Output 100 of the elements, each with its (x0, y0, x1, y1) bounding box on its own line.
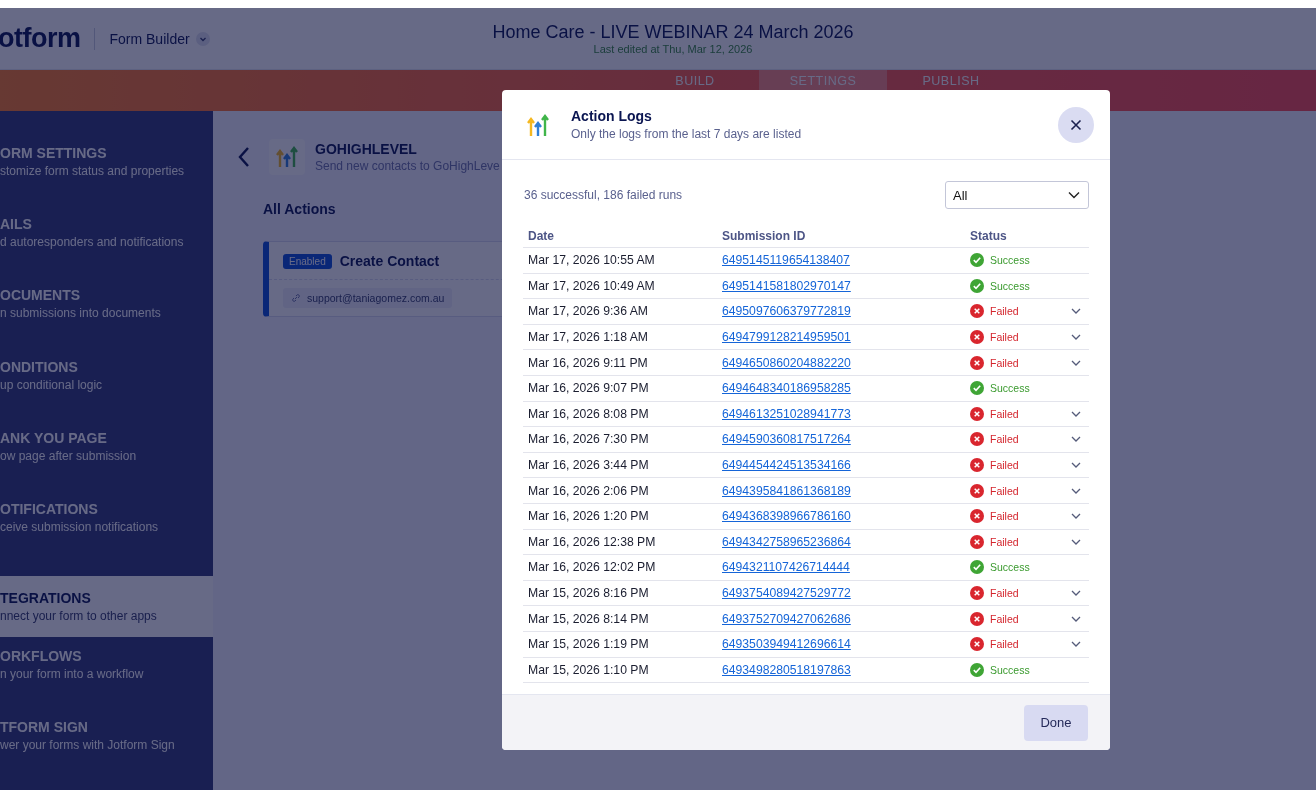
sidebar-item-title: ANK YOU PAGE (0, 429, 108, 446)
status-label: Success (970, 278, 1030, 293)
sidebar-item[interactable]: OCUMENTS n submissions into documents (0, 287, 213, 359)
expand-chevron-icon[interactable] (1071, 487, 1081, 494)
expand-chevron-icon[interactable] (1071, 334, 1081, 341)
close-button[interactable] (1058, 106, 1094, 143)
status-label: Failed (970, 458, 1019, 473)
submission-id-link[interactable]: 6495145119654138407 (722, 253, 850, 268)
date-cell-text: Mar 15, 2026 1:19 PM (528, 637, 650, 652)
status-label: Success (970, 662, 1030, 677)
close-icon (1070, 118, 1082, 131)
date-cell-text: Mar 16, 2026 9:11 PM (528, 355, 649, 370)
expand-chevron-icon[interactable] (1071, 538, 1081, 545)
submission-id-link[interactable]: 6493498280518197863 (722, 662, 851, 677)
submission-id-link[interactable]: 6494613251028941773 (722, 406, 851, 421)
expand-chevron-icon[interactable] (1071, 308, 1081, 315)
sidebar-item-subtitle: ow page after submission (0, 448, 138, 463)
column-header: Status (970, 229, 1008, 243)
status-label: Failed (970, 534, 1019, 549)
submission-id-link[interactable]: 6493754089427529772 (722, 586, 851, 600)
sidebar-item[interactable]: TEGRATIONS nnect your form to other apps (0, 576, 213, 637)
date-cell-text: Mar 17, 2026 10:49 AM (528, 278, 656, 293)
sidebar-item-title: OCUMENTS (0, 287, 82, 304)
dialog-title: Action Logs (571, 108, 653, 124)
sidebar-item-title: OTIFICATIONS (0, 500, 99, 517)
date-cell-text: Mar 16, 2026 12:38 PM (528, 534, 657, 549)
submission-id-link[interactable]: 6495141581802970147 (722, 278, 851, 293)
sidebar-item[interactable]: TFORM SIGN wer your forms with Jotform Sign (0, 718, 213, 790)
status-label: Failed (970, 432, 1019, 447)
sidebar-item[interactable]: ONDITIONS up conditional logic (0, 358, 213, 430)
dialog-subtitle: Only the logs from the last 7 days are listed (571, 127, 803, 141)
back-icon[interactable] (237, 146, 251, 168)
form-title: Home Care - LIVE WEBINAR 24 March 2026 (492, 22, 854, 43)
date-cell-text: Mar 17, 2026 10:55 AM (528, 253, 656, 268)
status-filter-dropdown[interactable]: All (945, 181, 1089, 209)
sidebar-item[interactable]: ORM SETTINGS stomize form status and properties (0, 145, 213, 217)
submission-id-link[interactable]: 6494321107426714444 (722, 560, 850, 575)
status-label: Failed (970, 509, 1019, 524)
sidebar-item-subtitle: ceive submission notifications (0, 519, 160, 534)
integration-name: GOHIGHLEVEL (315, 141, 418, 157)
error-circle-icon (970, 534, 984, 549)
sidebar-item[interactable]: ANK YOU PAGE ow page after submission (0, 429, 213, 501)
submission-id-link[interactable]: 6494368398966786160 (722, 509, 851, 524)
column-header: Submission ID (722, 229, 807, 243)
date-cell-text: Mar 15, 2026 1:10 PM (528, 662, 650, 677)
date-cell-text: Mar 17, 2026 9:36 AM (528, 304, 649, 319)
column-header: Date (528, 229, 555, 243)
sidebar-item-subtitle: n your form into a workflow (0, 666, 145, 681)
expand-chevron-icon[interactable] (1071, 590, 1081, 596)
submission-id-link[interactable]: 6494799128214959501 (722, 330, 851, 345)
expand-chevron-icon[interactable] (1071, 410, 1081, 417)
date-cell-text: Mar 16, 2026 8:08 PM (528, 406, 650, 421)
form-builder-menu[interactable]: Form Builder (109, 30, 210, 47)
sidebar-item[interactable]: ORKFLOWS n your form into a workflow (0, 647, 213, 719)
status-label: Failed (970, 586, 1019, 600)
submission-id-link[interactable]: 6494342758965236864 (722, 534, 851, 549)
submission-id-link[interactable]: 6494454424513534166 (722, 458, 851, 473)
expand-chevron-icon[interactable] (1071, 359, 1081, 366)
submission-id-link[interactable]: 6494395841861368189 (722, 483, 851, 498)
expand-chevron-icon[interactable] (1071, 462, 1081, 469)
error-circle-icon (970, 304, 984, 319)
expand-chevron-icon[interactable] (1071, 641, 1081, 648)
sidebar-item-subtitle: up conditional logic (0, 377, 104, 392)
sidebar-item[interactable]: OTIFICATIONS ceive submission notifications (0, 500, 213, 573)
submission-id-link[interactable]: 6494590360817517264 (722, 432, 851, 447)
sidebar-item-subtitle: wer your forms with Jotform Sign (0, 737, 176, 752)
action-title: Create Contact (339, 253, 440, 269)
date-cell-text: Mar 16, 2026 12:02 PM (528, 560, 657, 575)
status-label: Failed (970, 406, 1019, 421)
expand-chevron-icon[interactable] (1071, 615, 1081, 622)
date-cell-text: Mar 15, 2026 8:14 PM (528, 611, 650, 626)
expand-chevron-icon[interactable] (1071, 513, 1081, 520)
check-circle-icon (970, 278, 984, 293)
done-button[interactable]: Done (1024, 704, 1088, 741)
sidebar-item-title: ONDITIONS (0, 358, 79, 375)
status-label: Failed (970, 637, 1019, 652)
sidebar-item-subtitle: d autoresponders and notifications (0, 235, 185, 250)
submission-id-link[interactable]: 6494648340186958285 (722, 381, 851, 396)
submission-id-link[interactable]: 6495097606379772819 (722, 304, 851, 319)
check-circle-icon (970, 560, 984, 575)
account-chip: support@taniagomez.com.au (283, 288, 453, 308)
sidebar-item-subtitle: n submissions into documents (0, 306, 162, 321)
app-logo-icon (269, 139, 305, 175)
sidebar-item-subtitle: nnect your form to other apps (0, 608, 158, 623)
date-cell-text: Mar 16, 2026 7:30 PM (528, 432, 650, 447)
submission-id-link[interactable]: 6493752709427062686 (722, 611, 851, 626)
sidebar-item-title: ORM SETTINGS (0, 145, 108, 161)
sidebar-item[interactable]: AILS d autoresponders and notifications (0, 216, 213, 288)
error-circle-icon (970, 483, 984, 498)
error-circle-icon (970, 432, 984, 447)
error-circle-icon (970, 406, 984, 421)
date-cell-text: Mar 16, 2026 2:06 PM (528, 483, 650, 498)
last-edited-text: Last edited at Thu, Mar 12, 2026 (593, 43, 753, 55)
expand-chevron-icon[interactable] (1071, 436, 1081, 443)
error-circle-icon (970, 355, 984, 370)
error-circle-icon (970, 509, 984, 524)
submission-id-link[interactable]: 6494650860204882220 (722, 355, 851, 370)
check-circle-icon (970, 662, 984, 677)
app-logo-icon (527, 112, 549, 137)
submission-id-link[interactable]: 6493503949412696614 (722, 637, 851, 652)
